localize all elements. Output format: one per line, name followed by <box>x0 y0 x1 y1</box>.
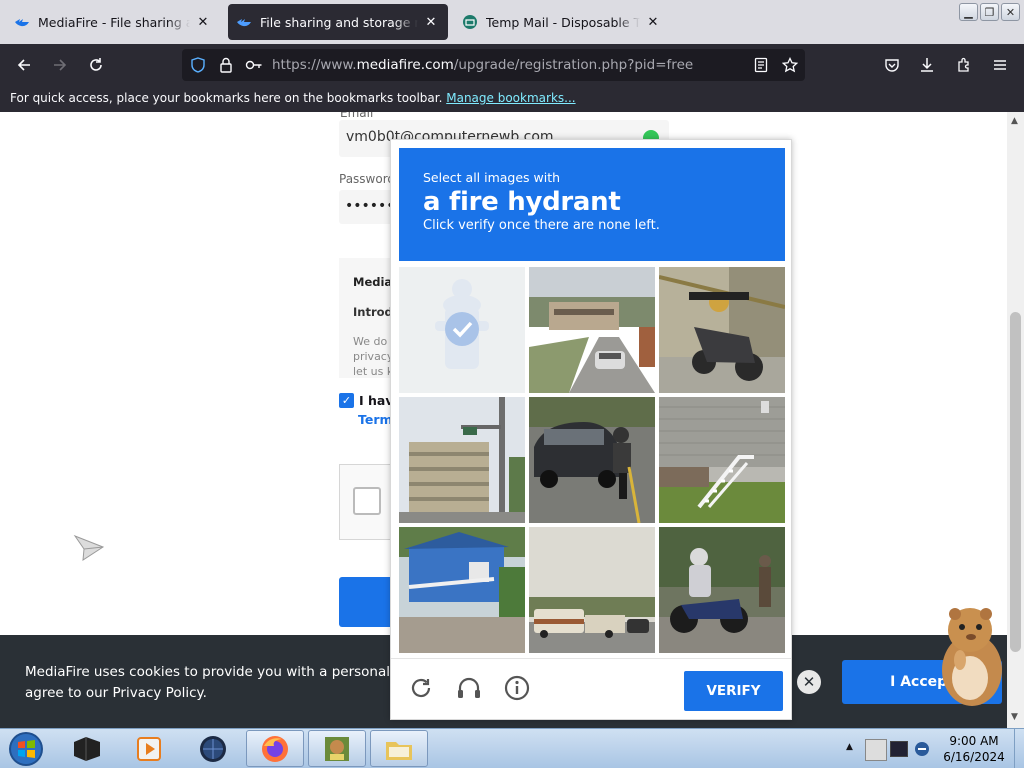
address-bar[interactable]: https://www.mediafire.com/upgrade/regist… <box>182 49 805 81</box>
hcaptcha-challenge: Select all images with a fire hydrant Cl… <box>390 139 792 720</box>
taskbar-media-player[interactable] <box>120 730 178 767</box>
close-banner-icon[interactable]: ✕ <box>797 670 821 694</box>
reload-button[interactable] <box>81 50 111 80</box>
start-button[interactable] <box>6 730 46 768</box>
arrow-left-icon <box>17 59 30 71</box>
challenge-prompt: Select all images with a fire hydrant Cl… <box>399 148 785 261</box>
key-icon[interactable] <box>243 54 265 76</box>
close-tab-icon[interactable]: ✕ <box>644 13 662 31</box>
network-icon[interactable] <box>890 741 908 757</box>
folder-icon <box>386 741 412 760</box>
tab-strip: MediaFire - File sharing and storage mad… <box>0 0 1024 44</box>
taskbar: ▲ 9:00 AM 6/16/2024 <box>0 728 1024 768</box>
taskbar-firefox[interactable] <box>246 730 304 767</box>
windows-orb-icon <box>9 732 43 766</box>
prompt-instruction: Select all images with <box>423 170 561 185</box>
menu-button[interactable] <box>985 50 1015 80</box>
hamster-mascot-image <box>942 608 1002 706</box>
show-desktop-button[interactable] <box>1014 729 1024 768</box>
pocket-button[interactable] <box>877 50 907 80</box>
challenge-footer: VERIFY <box>391 658 791 720</box>
media-player-icon <box>137 736 161 761</box>
pocket-icon <box>885 59 899 72</box>
download-icon <box>921 58 933 72</box>
close-window-button[interactable]: ✕ <box>1001 3 1020 21</box>
taskbar-app-1[interactable] <box>58 730 116 767</box>
taskbar-app-globe[interactable] <box>184 730 242 767</box>
bookmarks-toolbar: For quick access, place your bookmarks h… <box>0 86 1024 112</box>
arrow-right-icon <box>54 59 67 71</box>
image-tile-3[interactable] <box>659 267 785 393</box>
forward-button[interactable] <box>45 50 75 80</box>
mediafire-icon <box>236 14 252 30</box>
bookmark-star-icon[interactable] <box>779 54 801 76</box>
image-tile-4[interactable] <box>399 397 525 523</box>
hcaptcha-checkbox[interactable] <box>353 487 381 515</box>
minimize-button[interactable]: ▁ <box>959 3 978 21</box>
manage-bookmarks-link[interactable]: Manage bookmarks... <box>446 91 575 105</box>
image-tile-1[interactable] <box>399 267 525 393</box>
image-tile-2[interactable] <box>529 267 655 393</box>
scrollbar-thumb[interactable] <box>1010 312 1021 652</box>
image-tile-6[interactable] <box>659 397 785 523</box>
tray-app-icon[interactable] <box>913 741 931 757</box>
mediafire-icon <box>14 14 30 30</box>
image-tile-5[interactable] <box>529 397 655 523</box>
dark-box-icon <box>74 736 100 761</box>
cookie-text-line1: MediaFire uses cookies to provide you wi… <box>25 664 437 680</box>
hamburger-icon <box>994 60 1006 70</box>
url-text[interactable]: https://www.mediafire.com/upgrade/regist… <box>272 57 693 73</box>
taskbar-bonzi[interactable] <box>308 730 366 767</box>
clock-time: 9:00 AM <box>949 734 999 748</box>
puzzle-icon <box>958 57 969 72</box>
shield-icon[interactable] <box>187 54 209 76</box>
extensions-button[interactable] <box>949 50 979 80</box>
cookie-text-line2: agree to our Privacy Policy. <box>25 685 207 701</box>
prompt-target: a fire hydrant <box>423 187 621 217</box>
taskbar-explorer[interactable] <box>370 730 428 767</box>
show-hidden-icons-icon[interactable]: ▲ <box>846 742 853 752</box>
scroll-down-icon[interactable]: ▼ <box>1011 712 1018 722</box>
prompt-subtext: Click verify once there are none left. <box>423 218 660 233</box>
lock-icon[interactable] <box>215 54 237 76</box>
firefox-icon <box>262 735 288 762</box>
refresh-icon[interactable] <box>406 673 436 703</box>
info-icon[interactable] <box>502 673 532 703</box>
paper-plane-icon <box>73 534 105 561</box>
image-tile-8[interactable] <box>529 527 655 653</box>
tab-temp-mail[interactable]: Temp Mail - Disposable Temporary Email ✕ <box>454 4 670 40</box>
back-button[interactable] <box>9 50 39 80</box>
agree-checkbox[interactable]: ✓ <box>339 393 354 408</box>
restore-button[interactable]: ❐ <box>980 3 999 21</box>
hamster-box-icon <box>325 736 349 761</box>
bookmarks-message: For quick access, place your bookmarks h… <box>10 91 443 105</box>
tab-mediafire-1[interactable]: MediaFire - File sharing and storage mad… <box>6 4 220 40</box>
tempmail-icon <box>462 14 478 30</box>
image-tile-9[interactable] <box>659 527 785 653</box>
reader-view-icon[interactable] <box>750 54 772 76</box>
clock-date: 6/16/2024 <box>943 750 1005 764</box>
downloads-button[interactable] <box>912 50 942 80</box>
password-label: Password <box>339 172 396 186</box>
image-grid <box>399 267 786 654</box>
scroll-up-icon[interactable]: ▲ <box>1011 116 1018 126</box>
window-controls: ▁ ❐ ✕ <box>959 3 1020 21</box>
reload-icon <box>90 58 102 71</box>
close-tab-icon[interactable]: ✕ <box>422 13 440 31</box>
image-tile-7[interactable] <box>399 527 525 653</box>
verify-button[interactable]: VERIFY <box>684 671 783 711</box>
audio-challenge-icon[interactable] <box>454 673 484 703</box>
email-label: Email <box>340 112 374 120</box>
action-center-icon[interactable] <box>865 739 887 761</box>
globe-icon <box>200 735 226 762</box>
close-tab-icon[interactable]: ✕ <box>194 13 212 31</box>
taskbar-clock[interactable]: 9:00 AM 6/16/2024 <box>936 733 1012 765</box>
tab-mediafire-2[interactable]: File sharing and storage made simple ✕ <box>228 4 448 40</box>
